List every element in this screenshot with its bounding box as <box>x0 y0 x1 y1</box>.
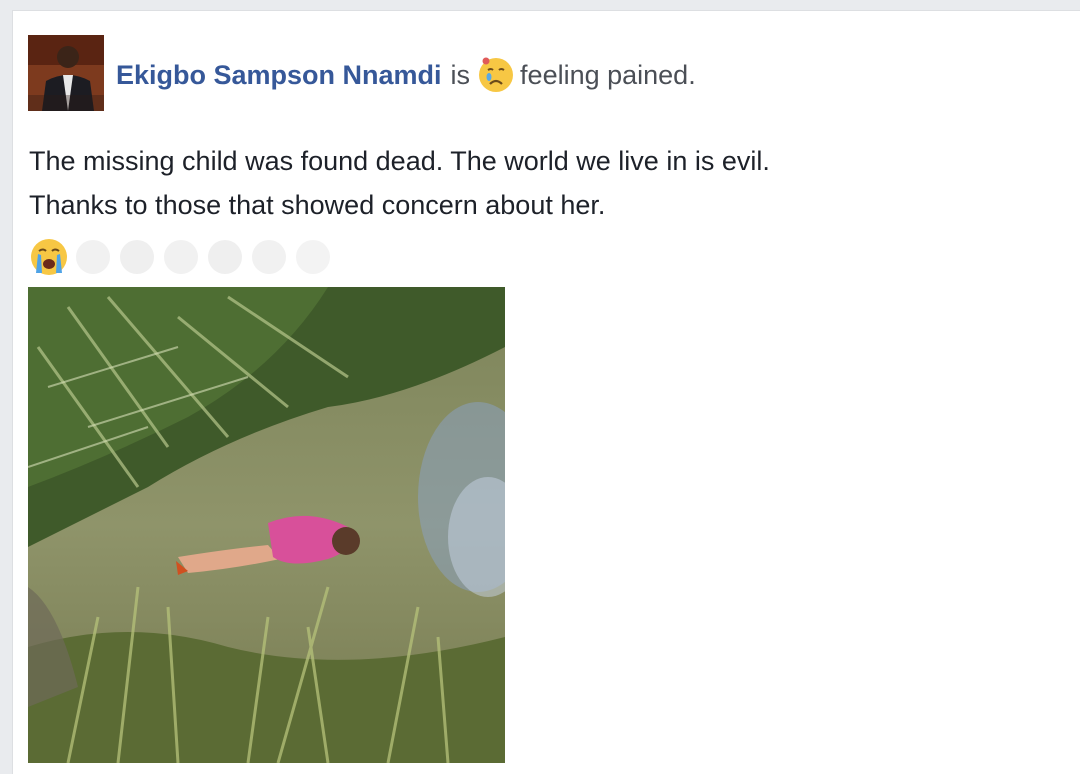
loudly-crying-face-icon <box>29 237 69 277</box>
post-photo[interactable] <box>28 287 505 763</box>
crying-face-icon <box>478 57 514 93</box>
feeling-text: feeling pained. <box>520 59 696 90</box>
faded-emoji-icon <box>293 237 333 277</box>
post-header: Ekigbo Sampson Nnamdi is feeling pained. <box>116 55 696 95</box>
faded-emoji-icon <box>205 237 245 277</box>
post-body: The missing child was found dead. The wo… <box>29 139 1029 227</box>
faded-emoji-icon <box>161 237 201 277</box>
faded-emoji-icon <box>117 237 157 277</box>
is-word: is <box>450 59 471 90</box>
faded-emoji-icon <box>249 237 289 277</box>
emoji-row <box>29 235 337 279</box>
author-name-link[interactable]: Ekigbo Sampson Nnamdi <box>116 60 442 91</box>
post-text-line: The missing child was found dead. The wo… <box>29 146 770 176</box>
faded-emoji-icon <box>73 237 113 277</box>
author-avatar[interactable] <box>28 35 104 111</box>
post-text-line: Thanks to those that showed concern abou… <box>29 190 606 220</box>
post-card: Ekigbo Sampson Nnamdi is feeling pained.… <box>12 10 1080 774</box>
